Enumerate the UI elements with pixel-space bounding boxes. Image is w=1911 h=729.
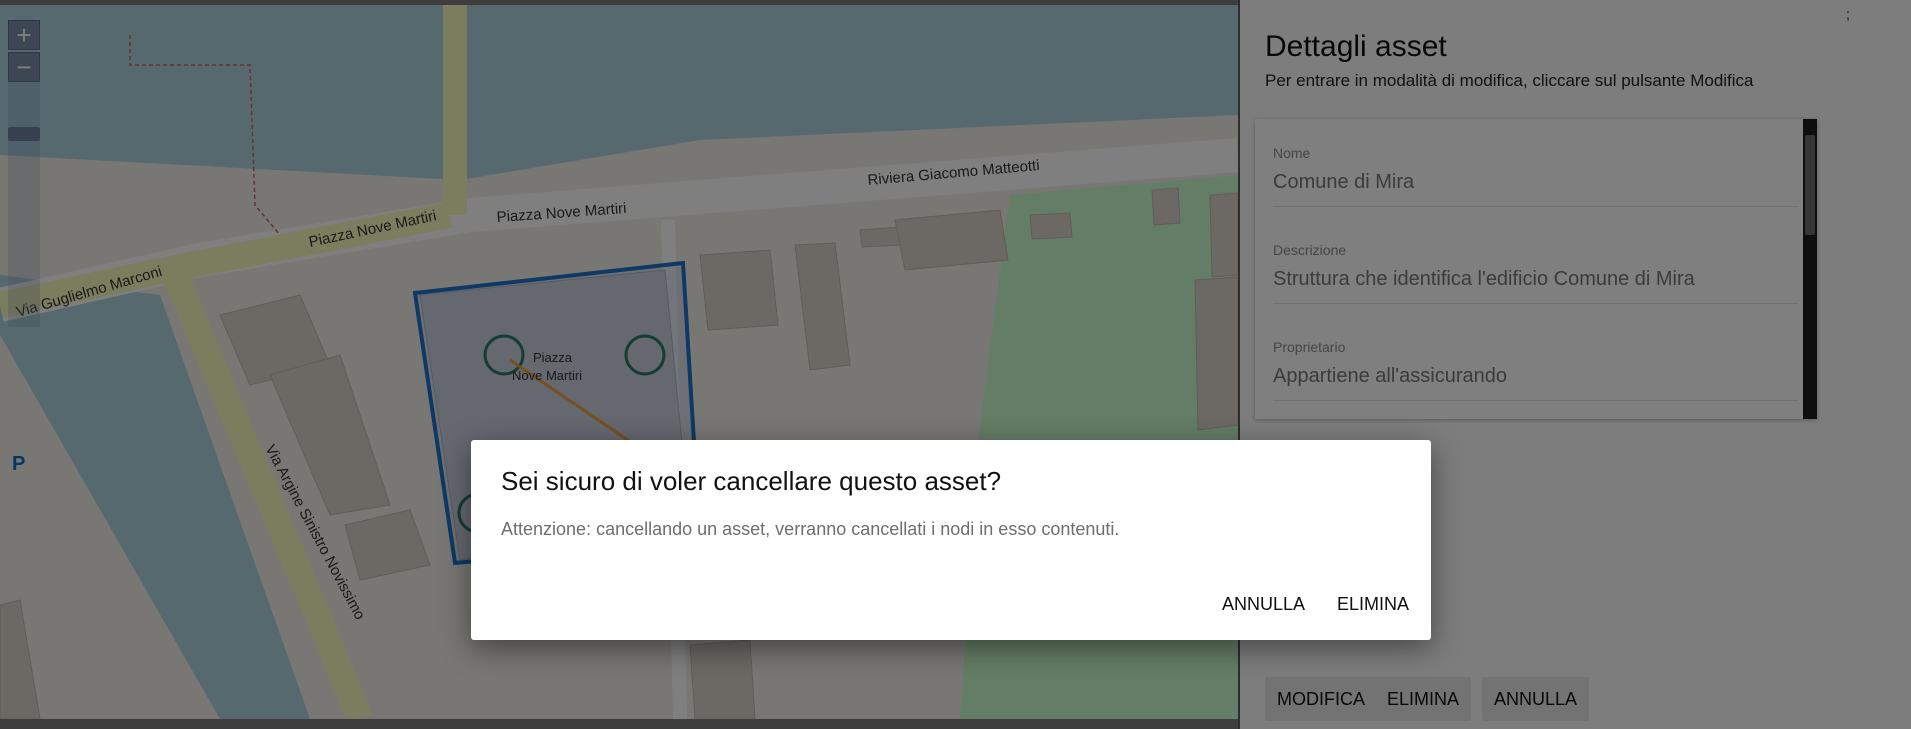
confirm-delete-dialog: Sei sicuro di voler cancellare questo as… [471,440,1431,640]
dialog-cancel-button[interactable]: ANNULLA [1214,588,1313,621]
dialog-message: Attenzione: cancellando un asset, verran… [501,519,1120,539]
dialog-confirm-delete-button[interactable]: ELIMINA [1329,588,1417,621]
dialog-title: Sei sicuro di voler cancellare questo as… [501,466,1002,496]
